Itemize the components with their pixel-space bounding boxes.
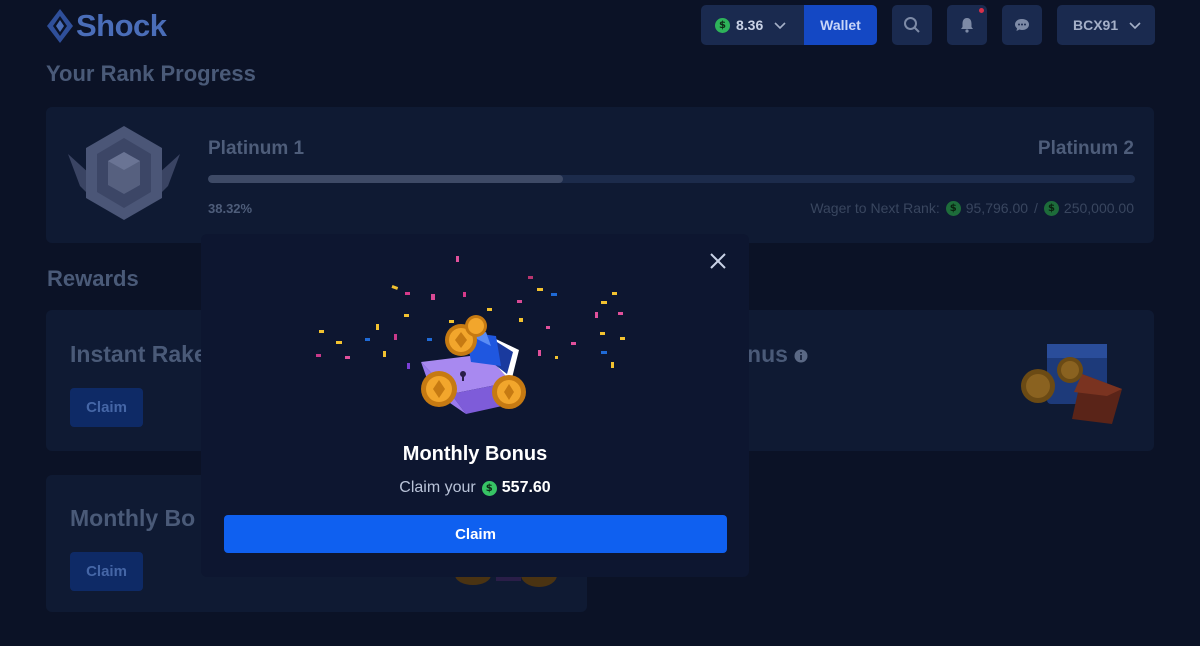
page: Shock $ 8.36 Wallet BCX91 Your Rank Prog… bbox=[0, 0, 1200, 646]
coin-icon: $ bbox=[481, 480, 497, 496]
modal-subtitle-prefix: Claim your bbox=[399, 479, 476, 496]
modal-subtitle: Claim your $ 557.60 bbox=[201, 479, 749, 497]
monthly-bonus-modal: Monthly Bonus Claim your $ 557.60 Claim bbox=[201, 234, 749, 577]
modal-title: Monthly Bonus bbox=[402, 443, 548, 465]
treasure-chest-illustration-icon bbox=[316, 256, 625, 414]
bonus-amount: 557.60 bbox=[501, 479, 551, 496]
modal-claim-button[interactable]: Claim bbox=[224, 515, 727, 553]
close-icon[interactable] bbox=[708, 251, 728, 271]
